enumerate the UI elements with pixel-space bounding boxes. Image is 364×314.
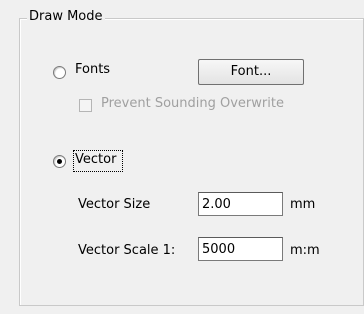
- vector-size-unit-label: mm: [290, 197, 316, 212]
- prevent-sounding-overwrite-checkbox[interactable]: [79, 99, 92, 112]
- vector-scale-label: Vector Scale 1:: [78, 243, 176, 258]
- draw-mode-groupbox: [19, 18, 364, 306]
- font-button[interactable]: Font...: [198, 59, 304, 85]
- vector-radio-label[interactable]: Vector: [75, 151, 116, 169]
- prevent-sounding-overwrite-label: Prevent Sounding Overwrite: [101, 96, 284, 111]
- draw-mode-group-title: Draw Mode: [27, 8, 105, 26]
- vector-size-input[interactable]: [198, 192, 283, 216]
- fonts-radio-button[interactable]: [53, 66, 66, 79]
- vector-scale-unit-label: m:m: [290, 243, 320, 258]
- vector-scale-input[interactable]: [198, 237, 283, 261]
- vector-size-label: Vector Size: [78, 197, 151, 212]
- vector-radio-button[interactable]: [53, 155, 66, 168]
- fonts-radio-label[interactable]: Fonts: [75, 61, 110, 79]
